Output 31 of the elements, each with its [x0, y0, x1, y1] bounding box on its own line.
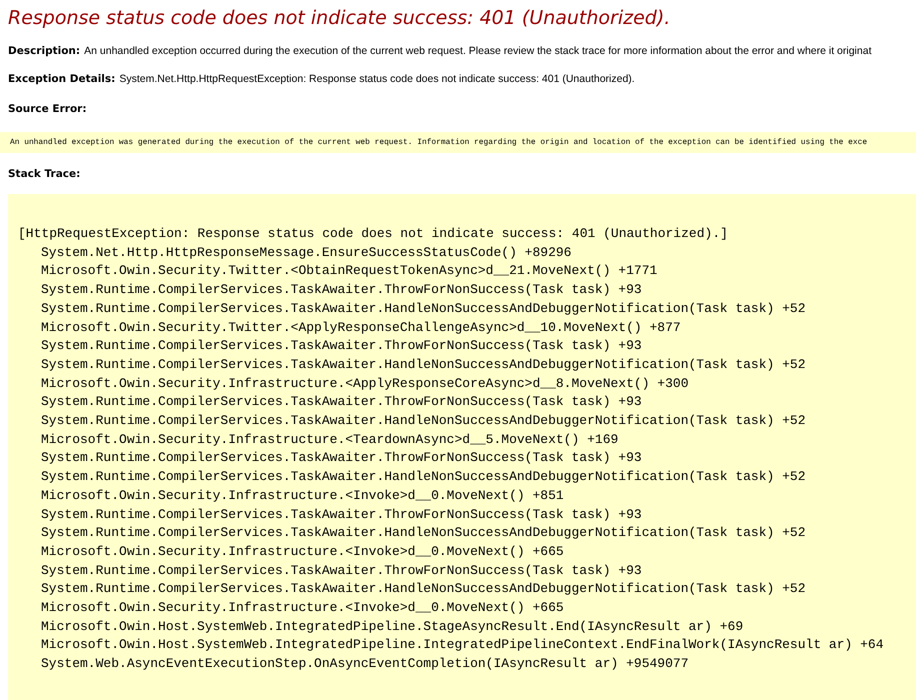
stack-frame: Microsoft.Owin.Security.Twitter.<ObtainRequestTokenAsync>d__21.MoveNext() +1771	[41, 262, 658, 282]
stack-frame: System.Runtime.CompilerServices.TaskAwaiter.HandleNonSuccessAndDebuggerNotification(Task task) +52	[41, 580, 806, 600]
stack-frame: System.Runtime.CompilerServices.TaskAwaiter.ThrowForNonSuccess(Task task) +93	[41, 337, 642, 356]
stack-frame: System.Net.Http.HttpResponseMessage.EnsureSuccessStatusCode() +89296	[41, 244, 572, 262]
exception-details-label: Exception Details:	[8, 73, 116, 85]
stack-frame: Microsoft.Owin.Security.Infrastructure.<ApplyResponseCoreAsync>d__8.MoveNext() +300	[41, 374, 689, 394]
stack-frame: System.Runtime.CompilerServices.TaskAwaiter.HandleNonSuccessAndDebuggerNotification(Task task) +52	[41, 300, 806, 319]
stack-frame: System.Runtime.CompilerServices.TaskAwaiter.ThrowForNonSuccess(Task task) +93	[41, 562, 642, 580]
error-title: Response status code does not indicate success: 401 (Unauthorized).	[8, 7, 672, 29]
stack-frame: System.Runtime.CompilerServices.TaskAwaiter.ThrowForNonSuccess(Task task) +93	[41, 393, 642, 412]
source-error-label: Source Error:	[8, 103, 87, 115]
stack-frame: Microsoft.Owin.Security.Infrastructure.<Invoke>d__0.MoveNext() +851	[41, 486, 564, 506]
exception-details-text: System.Net.Http.HttpRequestException: Response status code does not indicate success: 401 (Unauthorized).	[119, 73, 635, 85]
exception-line: [HttpRequestException: Response status code does not indicate success: 401 (Unauthorized).]	[18, 225, 728, 243]
stack-frame: Microsoft.Owin.Host.SystemWeb.IntegratedPipeline.StageAsyncResult.End(IAsyncResult ar) +69	[41, 618, 744, 636]
description-label: Description:	[8, 45, 80, 57]
stack-trace-label: Stack Trace:	[8, 168, 80, 180]
stack-frame: System.Runtime.CompilerServices.TaskAwaiter.ThrowForNonSuccess(Task task) +93	[41, 281, 642, 300]
stack-frame: Microsoft.Owin.Host.SystemWeb.IntegratedPipeline.IntegratedPipelineContext.EndFinalWork(IAsyncResult ar) +64	[41, 636, 884, 656]
stack-frame: System.Runtime.CompilerServices.TaskAwaiter.ThrowForNonSuccess(Task task) +93	[41, 506, 642, 524]
stack-frame: System.Web.AsyncEventExecutionStep.OnAsyncEventCompletion(IAsyncResult ar) +9549077	[41, 655, 689, 674]
stack-frame: System.Runtime.CompilerServices.TaskAwaiter.HandleNonSuccessAndDebuggerNotification(Task task) +52	[41, 468, 806, 487]
description-text: An unhandled exception occurred during the execution of the current web request. Please review the stack trace for more information about the error and where it originat	[84, 45, 872, 57]
stack-frame: System.Runtime.CompilerServices.TaskAwaiter.ThrowForNonSuccess(Task task) +93	[41, 449, 642, 468]
stack-frame: Microsoft.Owin.Security.Infrastructure.<TeardownAsync>d__5.MoveNext() +169	[41, 430, 618, 450]
stack-frame: System.Runtime.CompilerServices.TaskAwaiter.HandleNonSuccessAndDebuggerNotification(Task task) +52	[41, 524, 806, 543]
stack-frame: Microsoft.Owin.Security.Infrastructure.<Invoke>d__0.MoveNext() +665	[41, 542, 564, 562]
stack-frame: Microsoft.Owin.Security.Twitter.<ApplyResponseChallengeAsync>d__10.MoveNext() +877	[41, 318, 681, 338]
stack-frame: System.Runtime.CompilerServices.TaskAwaiter.HandleNonSuccessAndDebuggerNotification(Task task) +52	[41, 412, 806, 431]
stack-frame: Microsoft.Owin.Security.Infrastructure.<Invoke>d__0.MoveNext() +665	[41, 599, 564, 618]
stack-frame: System.Runtime.CompilerServices.TaskAwaiter.HandleNonSuccessAndDebuggerNotification(Task task) +52	[41, 356, 806, 375]
